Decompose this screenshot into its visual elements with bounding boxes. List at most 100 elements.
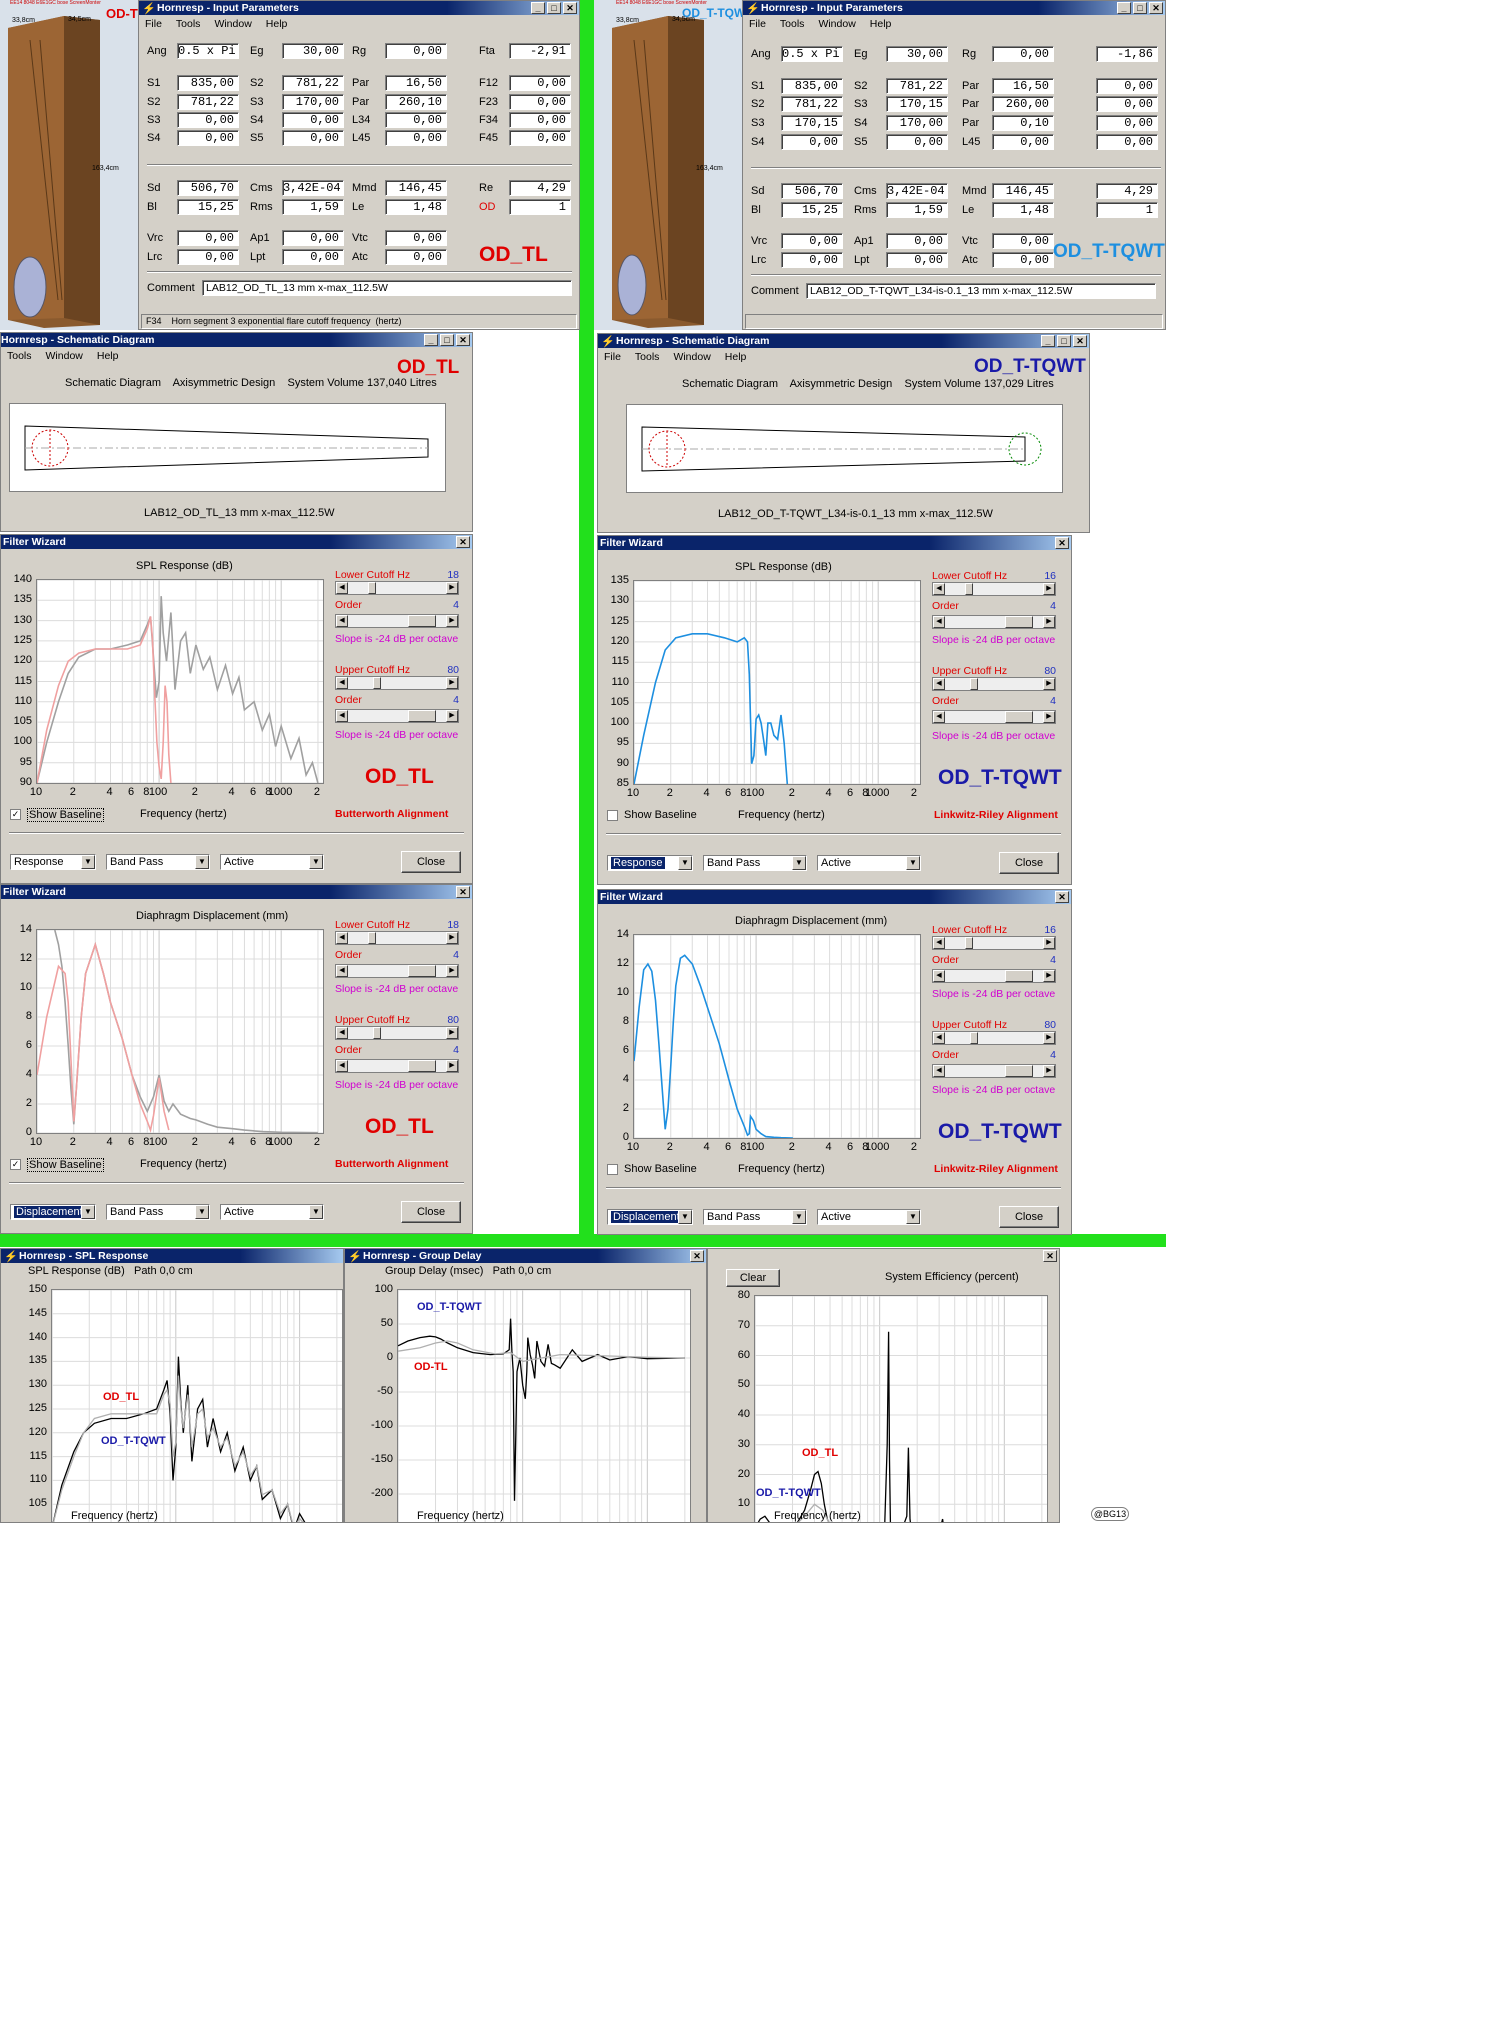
slider[interactable]: ◀ ▶: [932, 969, 1056, 983]
slider-right-arrow-icon[interactable]: ▶: [1043, 583, 1055, 595]
param-field[interactable]: 0,00: [886, 134, 948, 150]
slider[interactable]: ◀ ▶: [335, 931, 459, 945]
slider-right-arrow-icon[interactable]: ▶: [1043, 1032, 1055, 1044]
slider-right-arrow-icon[interactable]: ▶: [446, 582, 458, 594]
close-icon[interactable]: ✕: [563, 2, 577, 14]
menu-tools[interactable]: Tools: [7, 348, 32, 364]
param-field[interactable]: 0,00: [282, 249, 344, 265]
param-field[interactable]: 835,00: [781, 78, 843, 94]
slider[interactable]: ◀ ▶: [335, 581, 459, 595]
minimize-icon[interactable]: _: [531, 2, 545, 14]
slider-right-arrow-icon[interactable]: ▶: [1043, 616, 1055, 628]
mode-select[interactable]: Displacement ▼: [607, 1209, 693, 1225]
param-field[interactable]: 0,00: [385, 130, 447, 146]
show-baseline-checkbox[interactable]: [607, 1164, 618, 1175]
close-button[interactable]: Close: [999, 1206, 1059, 1228]
chevron-down-icon[interactable]: ▼: [906, 856, 920, 870]
menu-file[interactable]: File: [145, 16, 162, 32]
slider-left-arrow-icon[interactable]: ◀: [933, 583, 945, 595]
slider-left-arrow-icon[interactable]: ◀: [933, 1032, 945, 1044]
param-field[interactable]: 16,50: [385, 75, 447, 91]
param-field[interactable]: 506,70: [177, 180, 239, 196]
param-field[interactable]: 3,42E-04: [282, 180, 344, 196]
menu-window[interactable]: Window: [214, 16, 251, 32]
param-field[interactable]: 1,48: [992, 202, 1054, 218]
mode-select[interactable]: Response ▼: [10, 854, 96, 870]
param-field[interactable]: -2,91: [509, 43, 571, 59]
comment-field[interactable]: LAB12_OD_TL_13 mm x-max_112.5W: [202, 280, 572, 296]
chevron-down-icon[interactable]: ▼: [309, 1205, 323, 1219]
slider-right-arrow-icon[interactable]: ▶: [446, 1027, 458, 1039]
mode-select[interactable]: Response ▼: [607, 855, 693, 871]
slider-right-arrow-icon[interactable]: ▶: [1043, 711, 1055, 723]
slider[interactable]: ◀ ▶: [932, 582, 1056, 596]
chevron-down-icon[interactable]: ▼: [195, 1205, 209, 1219]
param-field[interactable]: 0,00: [385, 112, 447, 128]
close-icon[interactable]: ✕: [1043, 1250, 1057, 1262]
param-field[interactable]: 1: [509, 199, 571, 215]
slider-right-arrow-icon[interactable]: ▶: [1043, 970, 1055, 982]
slider[interactable]: ◀ ▶: [335, 676, 459, 690]
slider-thumb[interactable]: [373, 1027, 381, 1039]
param-field[interactable]: 4,29: [509, 180, 571, 196]
menu-file[interactable]: File: [604, 349, 621, 365]
chevron-down-icon[interactable]: ▼: [81, 855, 95, 869]
param-field[interactable]: 0,00: [282, 112, 344, 128]
slider-thumb[interactable]: [408, 615, 436, 627]
param-field[interactable]: 0,00: [1096, 134, 1158, 150]
filter-state-select[interactable]: Active ▼: [220, 1204, 324, 1220]
show-baseline-checkbox[interactable]: ✓: [10, 1159, 21, 1170]
chevron-down-icon[interactable]: ▼: [81, 1205, 95, 1219]
param-field[interactable]: 0.5 x Pi: [177, 43, 239, 59]
maximize-icon[interactable]: □: [1133, 2, 1147, 14]
close-icon[interactable]: ✕: [1149, 2, 1163, 14]
slider-left-arrow-icon[interactable]: ◀: [336, 932, 348, 944]
param-field[interactable]: 0,10: [992, 115, 1054, 131]
param-field[interactable]: 0,00: [886, 233, 948, 249]
param-field[interactable]: 0,00: [177, 249, 239, 265]
slider-right-arrow-icon[interactable]: ▶: [446, 932, 458, 944]
slider-right-arrow-icon[interactable]: ▶: [446, 1060, 458, 1072]
param-field[interactable]: 30,00: [886, 46, 948, 62]
close-icon[interactable]: ✕: [1073, 335, 1087, 347]
close-button[interactable]: Close: [401, 1201, 461, 1223]
maximize-icon[interactable]: □: [1057, 335, 1071, 347]
slider[interactable]: ◀ ▶: [335, 1026, 459, 1040]
slider-left-arrow-icon[interactable]: ◀: [336, 965, 348, 977]
slider-thumb[interactable]: [408, 965, 436, 977]
param-field[interactable]: 0,00: [177, 112, 239, 128]
slider-thumb[interactable]: [965, 583, 973, 595]
comment-field[interactable]: LAB12_OD_T-TQWT_L34-is-0.1_13 mm x-max_1…: [806, 283, 1156, 299]
close-icon[interactable]: ✕: [456, 334, 470, 346]
slider-thumb[interactable]: [368, 582, 376, 594]
param-field[interactable]: 146,45: [385, 180, 447, 196]
slider-left-arrow-icon[interactable]: ◀: [336, 1060, 348, 1072]
slider-left-arrow-icon[interactable]: ◀: [336, 710, 348, 722]
menu-tools[interactable]: Tools: [780, 16, 805, 32]
param-field[interactable]: 170,15: [886, 96, 948, 112]
param-field[interactable]: 1: [1096, 202, 1158, 218]
param-field[interactable]: 16,50: [992, 78, 1054, 94]
slider-left-arrow-icon[interactable]: ◀: [933, 678, 945, 690]
slider-thumb[interactable]: [970, 678, 978, 690]
chevron-down-icon[interactable]: ▼: [792, 856, 806, 870]
slider-left-arrow-icon[interactable]: ◀: [336, 1027, 348, 1039]
close-button[interactable]: Close: [401, 851, 461, 873]
clear-button[interactable]: Clear: [726, 1269, 780, 1287]
slider[interactable]: ◀ ▶: [932, 936, 1056, 950]
param-field[interactable]: 506,70: [781, 183, 843, 199]
param-field[interactable]: 0,00: [509, 75, 571, 91]
show-baseline-checkbox[interactable]: ✓: [10, 809, 21, 820]
param-field[interactable]: 15,25: [177, 199, 239, 215]
filter-type-select[interactable]: Band Pass ▼: [703, 1209, 807, 1225]
slider-left-arrow-icon[interactable]: ◀: [336, 615, 348, 627]
close-icon[interactable]: ✕: [1055, 537, 1069, 549]
slider-thumb[interactable]: [408, 1060, 436, 1072]
param-field[interactable]: 0,00: [509, 112, 571, 128]
slider-right-arrow-icon[interactable]: ▶: [446, 710, 458, 722]
param-field[interactable]: 0,00: [1096, 78, 1158, 94]
slider-thumb[interactable]: [1005, 711, 1033, 723]
slider-thumb[interactable]: [1005, 616, 1033, 628]
close-icon[interactable]: ✕: [1055, 891, 1069, 903]
chevron-down-icon[interactable]: ▼: [792, 1210, 806, 1224]
